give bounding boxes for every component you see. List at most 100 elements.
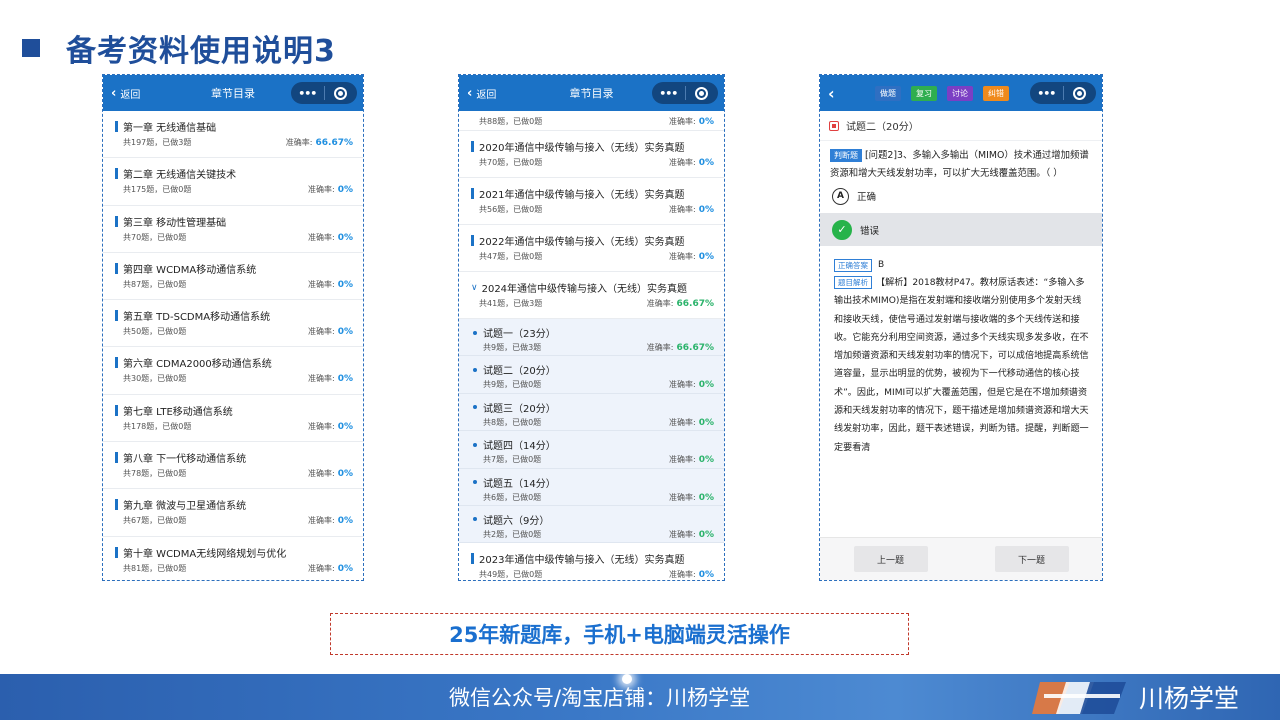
chapter-title: 第十章 WCDMA无线网络规划与优化 — [123, 548, 287, 560]
accuracy-value: 0% — [698, 252, 714, 262]
question-group-row[interactable]: 试题五（14分） 共6题，已做0题 准确率: 0% — [459, 468, 724, 506]
exam-row[interactable]: 2023年通信中级传输与接入（无线）实务真题 共49题，已做0题 准确率: 0% — [459, 543, 724, 580]
accuracy-label: 准确率: — [669, 380, 696, 390]
more-icon[interactable]: ••• — [1030, 87, 1063, 100]
tab-1[interactable]: 复习 — [911, 86, 937, 101]
chapter-row[interactable]: 第八章 下一代移动通信系统 共78题，已做0题 准确率: 0% — [103, 442, 363, 490]
option-b[interactable]: ✓ 错误 — [820, 213, 1102, 246]
chapter-row[interactable]: 第九章 微波与卫星通信系统 共67题，已做0题 准确率: 0% — [103, 489, 363, 537]
back-button[interactable]: ‹ — [828, 75, 839, 111]
accuracy-value: 0% — [698, 158, 714, 168]
bullet-dot-icon — [473, 480, 477, 485]
chapter-row[interactable]: 第一章 无线通信基础 共197题，已做3题 准确率: 66.67% — [103, 111, 363, 159]
chapter-title: 第六章 CDMA2000移动通信系统 — [123, 359, 272, 371]
exam-name: 2020年通信中级传输与接入（无线）实务真题 — [471, 139, 714, 154]
question-group-row[interactable]: 试题二（20分） 共9题，已做0题 准确率: 0% — [459, 356, 724, 394]
accuracy: 准确率: 0% — [669, 417, 714, 428]
page-title: 备考资料使用说明3 — [22, 26, 336, 70]
question-group-row[interactable]: 试题一（23分） 共9题，已做3题 准确率: 66.67% — [459, 319, 724, 357]
accuracy: 准确率: 66.67% — [647, 298, 714, 309]
correct-answer-value: B — [878, 260, 885, 270]
close-miniprogram-icon[interactable] — [324, 86, 357, 100]
chapter-title: 第七章 LTE移动通信系统 — [123, 406, 233, 418]
footer-text: 微信公众号/淘宝店铺：川杨学堂 — [449, 686, 751, 710]
accuracy: 准确率: 0% — [308, 232, 353, 243]
tab-3[interactable]: 纠错 — [983, 86, 1009, 101]
exam-count: 共70题，已做0题 — [479, 158, 543, 167]
accuracy-label: 准确率: — [308, 516, 335, 526]
chapter-row[interactable]: 第十章 WCDMA无线网络规划与优化 共81题，已做0题 准确率: 0% — [103, 537, 363, 580]
chapter-meta: 共87题，已做0题 准确率: 0% — [115, 279, 353, 290]
option-b-label: 错误 — [860, 225, 880, 237]
chapter-marker — [115, 168, 118, 180]
chapter-name: 第七章 LTE移动通信系统 — [115, 403, 353, 418]
group-title: 试题一（23分） — [483, 329, 556, 340]
accuracy-value: 0% — [698, 117, 714, 127]
chapter-meta: 共197题，已做3题 准确率: 66.67% — [115, 137, 353, 148]
chapter-count: 共78题，已做0题 — [123, 469, 187, 479]
exam-row-expanded[interactable]: ∨ 2024年通信中级传输与接入（无线）实务真题 共41题，已做3题 准确率: 66.6… — [459, 272, 724, 319]
chapter-row[interactable]: 第六章 CDMA2000移动通信系统 共30题，已做0题 准确率: 0% — [103, 347, 363, 395]
question-text: [问题2]3、多输入多输出（MIMO）技术通过增加频谱资源和增大天线发射功率，可… — [830, 150, 1089, 179]
chapter-row[interactable]: 第三章 移动性管理基础 共70题，已做0题 准确率: 0% — [103, 206, 363, 253]
group-name: 试题三（20分） — [473, 400, 714, 415]
exam-row-partial[interactable]: 共88题，已做0题 准确率: 0% — [459, 111, 724, 131]
chapter-count: 共30题，已做0题 — [123, 374, 187, 384]
chapter-marker — [115, 452, 118, 464]
group-title: 试题五（14分） — [483, 478, 556, 490]
group-count: 共7题，已做0题 — [483, 455, 542, 465]
prev-question-button[interactable]: 上一题 — [853, 546, 928, 572]
chapter-marker — [115, 215, 118, 227]
chapter-row[interactable]: 第四章 WCDMA移动通信系统 共87题，已做0题 准确率: 0% — [103, 253, 363, 301]
check-icon: ✓ — [832, 219, 852, 240]
exam-meta: 共47题，已做0题 准确率: 0% — [471, 251, 714, 262]
chapter-count: 共178题，已做0题 — [123, 421, 192, 431]
chapter-count: 共87题，已做0题 — [123, 279, 187, 289]
accuracy: 准确率: 66.67% — [286, 137, 353, 148]
question-type-tag: 判断题 — [830, 149, 862, 162]
accuracy: 准确率: 0% — [308, 326, 353, 337]
accuracy-label: 准确率: — [308, 185, 335, 195]
accuracy-value: 0% — [337, 421, 353, 432]
bullet-dot-icon — [473, 405, 477, 410]
chapter-row[interactable]: 第五章 TD-SCDMA移动通信系统 共50题，已做0题 准确率: 0% — [103, 300, 363, 348]
accuracy-label: 准确率: — [646, 299, 674, 308]
tab-0[interactable]: 做题 — [875, 86, 901, 101]
exam-name: 2022年通信中级传输与接入（无线）实务真题 — [471, 233, 714, 248]
question-group-row[interactable]: 试题六（9分） 共2题，已做0题 准确率: 0% — [459, 505, 724, 544]
next-question-button[interactable]: 下一题 — [994, 546, 1069, 572]
tab-2[interactable]: 讨论 — [947, 86, 973, 101]
close-miniprogram-icon[interactable] — [1063, 86, 1096, 100]
accuracy: 准确率: 0% — [308, 373, 353, 384]
exam-count: 共49题，已做0题 — [479, 570, 543, 580]
miniprogram-capsule: ••• — [1030, 82, 1096, 104]
exam-row[interactable]: 2020年通信中级传输与接入（无线）实务真题共70题，已做0题 准确率: 0% — [459, 131, 724, 178]
accuracy-label: 准确率: — [669, 117, 696, 126]
accuracy: 准确率: 0% — [669, 492, 714, 503]
exam-count: 共56题，已做0题 — [479, 205, 543, 214]
analysis-text: 题目解析 【解析】2018教材P47。教材原话表述：“多输入多输出技术MIMO)是… — [820, 274, 1102, 457]
exam-title: 2021年通信中级传输与接入（无线）实务真题 — [479, 190, 685, 201]
option-a-label: 正确 — [857, 192, 877, 203]
chapter-meta: 共78题，已做0题 准确率: 0% — [115, 468, 353, 479]
group-meta: 共2题，已做0题 准确率: 0% — [473, 529, 714, 540]
exam-row[interactable]: 2021年通信中级传输与接入（无线）实务真题 共56题，已做0题 准确率: 0% — [459, 178, 724, 225]
more-icon[interactable]: ••• — [291, 87, 324, 100]
question-group-row[interactable]: 试题三（20分） 共8题，已做0题 准确率: 0% — [459, 393, 724, 432]
accuracy-value: 0% — [698, 455, 714, 466]
chapter-row[interactable]: 第七章 LTE移动通信系统 共178题，已做0题 准确率: 0% — [103, 395, 363, 443]
exam-row[interactable]: 2022年通信中级传输与接入（无线）实务真题共47题，已做0题 准确率: 0% — [459, 225, 724, 272]
close-miniprogram-icon[interactable] — [685, 86, 718, 100]
chapter-row[interactable]: 第二章 无线通信关键技术 共175题，已做0题 准确率: 0% — [103, 158, 363, 206]
group-meta: 共8题，已做0题 准确率: 0% — [473, 417, 714, 428]
option-a[interactable]: A 正确 — [820, 183, 1102, 209]
accuracy-label: 准确率: — [669, 158, 696, 167]
chapter-count: 共70题，已做0题 — [123, 232, 187, 242]
exam-meta: 共88题，已做0题 准确率: 0% — [471, 116, 714, 127]
app-header: ‹ 返回 章节目录 ••• — [103, 75, 363, 111]
exam-count: 共88题，已做0题 — [479, 117, 543, 126]
group-meta: 共9题，已做3题 准确率: 66.67% — [473, 342, 714, 353]
more-icon[interactable]: ••• — [652, 87, 685, 100]
question-group-row[interactable]: 试题四（14分） 共7题，已做0题 准确率: 0% — [459, 431, 724, 469]
group-name: 试题二（20分） — [473, 362, 714, 377]
